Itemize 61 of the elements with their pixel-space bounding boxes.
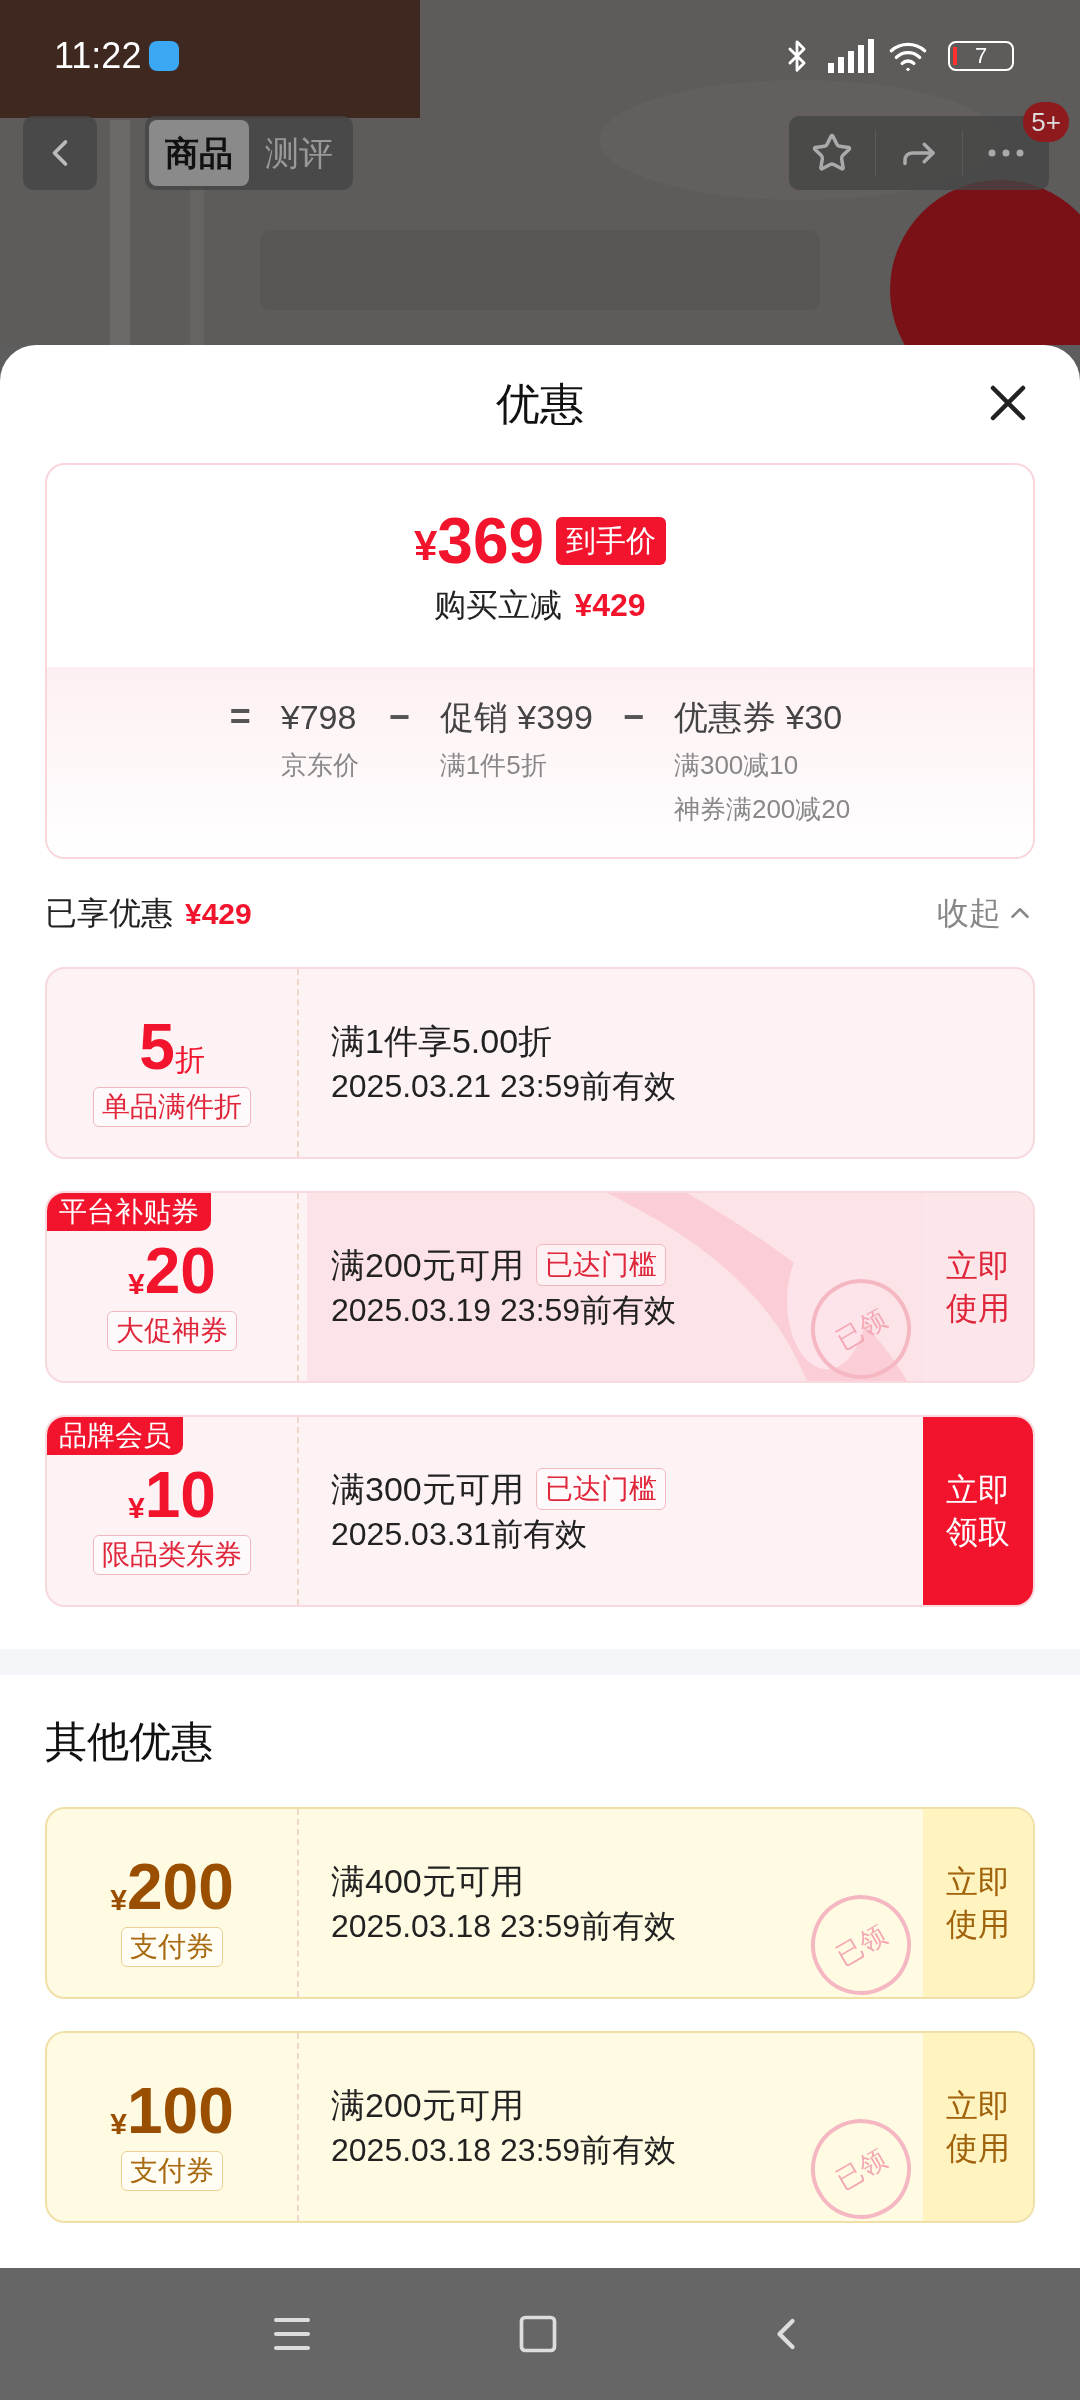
coupon-value: 200 xyxy=(126,1855,234,1919)
signal-icon xyxy=(826,39,876,73)
back-button[interactable] xyxy=(23,116,97,190)
coupon-action-button[interactable]: 立即领取 xyxy=(923,1417,1033,1605)
coupon-condition: 满1件享5.00折 xyxy=(331,1020,553,1062)
breakdown-note: 京东价 xyxy=(280,749,359,782)
coupon-condition: 满300元可用 xyxy=(331,1468,524,1510)
breakdown-note: 满1件5折 xyxy=(439,749,548,782)
battery-level: 7 xyxy=(974,45,988,67)
coupon-validity: 2025.03.19 23:59前有效 xyxy=(331,1291,677,1331)
coupon-action-button[interactable]: 立即使用 xyxy=(923,1809,1033,1997)
operator-symbol: − xyxy=(622,695,644,739)
coupon-unit: 折 xyxy=(174,1045,205,1075)
currency-symbol: ¥ xyxy=(110,2109,127,2139)
corner-tag: 平台补贴券 xyxy=(47,1193,211,1231)
enjoyed-label: 已享优惠 xyxy=(45,894,173,933)
coupon-value: 20 xyxy=(144,1239,216,1303)
coupon-type-tag: 大促神券 xyxy=(107,1311,237,1351)
tab[interactable]: 商品 xyxy=(149,120,249,186)
coupon-type-tag: 支付券 xyxy=(121,2151,223,2191)
currency-symbol: ¥ xyxy=(128,1493,145,1523)
coupon-value: 10 xyxy=(144,1463,216,1527)
final-price: 369 xyxy=(437,509,545,573)
threshold-tag: 已达门槛 xyxy=(535,1468,666,1510)
savings-value: ¥429 xyxy=(574,586,646,625)
status-time: 11:22 xyxy=(54,34,142,78)
coupon-condition: 满200元可用 xyxy=(331,2084,524,2126)
coupon-type-tag: 限品类东券 xyxy=(93,1535,251,1575)
coupon-condition: 满400元可用 xyxy=(331,1860,524,1902)
breakdown-note: 神券满200减20 xyxy=(673,793,851,826)
coupon-value: 100 xyxy=(126,2079,234,2143)
coupon-action-button[interactable]: 立即使用 xyxy=(923,2033,1033,2221)
enjoyed-value: ¥429 xyxy=(185,895,252,932)
currency-symbol: ¥ xyxy=(128,1269,145,1299)
savings-label: 购买立减 xyxy=(434,586,563,625)
breakdown-amount: 促销 ¥399 xyxy=(439,697,593,738)
breakdown-note: 满300减10 xyxy=(673,749,800,782)
currency-symbol: ¥ xyxy=(110,1885,127,1915)
coupon-type-tag: 单品满件折 xyxy=(93,1087,251,1127)
star-icon xyxy=(811,132,853,174)
coupon-value: 5 xyxy=(139,1015,175,1079)
price-currency: ¥ xyxy=(413,525,438,567)
coupon-condition: 满200元可用 xyxy=(331,1244,524,1286)
operator-symbol: − xyxy=(388,695,410,739)
threshold-tag: 已达门槛 xyxy=(535,1244,666,1286)
coupon-validity: 2025.03.18 23:59前有效 xyxy=(331,2131,677,2171)
breakdown-amount: 优惠券 ¥30 xyxy=(673,697,844,738)
corner-tag: 品牌会员 xyxy=(47,1417,183,1455)
sheet-title: 优惠 xyxy=(496,378,584,430)
tab[interactable]: 测评 xyxy=(249,120,349,186)
operator-symbol: = xyxy=(229,695,251,739)
breakdown-amount: ¥798 xyxy=(280,697,358,738)
more-icon xyxy=(988,149,1024,157)
coupon-type-tag: 支付券 xyxy=(121,1927,223,1967)
coupon-validity: 2025.03.21 23:59前有效 xyxy=(331,1067,677,1107)
coupon-validity: 2025.03.31前有效 xyxy=(331,1515,588,1555)
final-price-tag: 到手价 xyxy=(556,517,667,565)
section-title: 其他优惠 xyxy=(45,1716,214,1767)
coupon-validity: 2025.03.18 23:59前有效 xyxy=(331,1907,677,1947)
weather-icon xyxy=(149,41,180,71)
collapse-toggle[interactable]: 收起 xyxy=(937,889,1035,937)
